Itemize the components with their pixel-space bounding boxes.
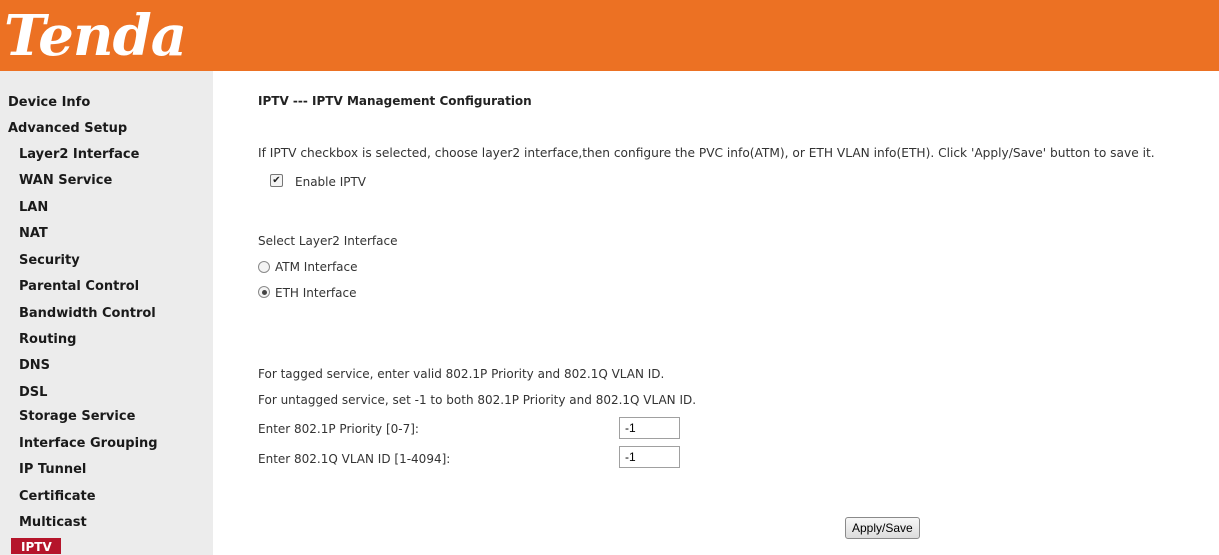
sidebar-item-bandwidth-control[interactable]: Bandwidth Control <box>19 306 156 321</box>
atm-interface-radio[interactable] <box>258 261 270 273</box>
sidebar-item-wan-service[interactable]: WAN Service <box>19 173 112 188</box>
sidebar-item-interface-grouping[interactable]: Interface Grouping <box>19 436 158 451</box>
sidebar-nav: Device Info Advanced Setup Layer2 Interf… <box>0 71 213 555</box>
header-bar: Tenda <box>0 0 1219 71</box>
sidebar-item-dsl[interactable]: DSL <box>19 385 47 400</box>
sidebar-item-multicast[interactable]: Multicast <box>19 515 87 530</box>
sidebar-item-parental-control[interactable]: Parental Control <box>19 279 139 294</box>
tagged-service-note: For tagged service, enter valid 802.1P P… <box>258 367 665 381</box>
sidebar-item-lan[interactable]: LAN <box>19 200 48 215</box>
priority-input[interactable] <box>619 417 680 439</box>
sidebar-item-device-info[interactable]: Device Info <box>8 95 90 110</box>
sidebar-item-routing[interactable]: Routing <box>19 332 76 347</box>
sidebar-item-nat[interactable]: NAT <box>19 226 48 241</box>
page-title: IPTV --- IPTV Management Configuration <box>258 94 532 108</box>
sidebar-item-dns[interactable]: DNS <box>19 358 50 373</box>
sidebar-item-ip-tunnel[interactable]: IP Tunnel <box>19 462 86 477</box>
enable-iptv-checkbox[interactable]: ✔ <box>270 174 283 187</box>
sidebar-item-iptv[interactable]: IPTV <box>11 538 61 554</box>
vlan-id-label: Enter 802.1Q VLAN ID [1-4094]: <box>258 452 451 466</box>
enable-iptv-label: Enable IPTV <box>295 175 367 189</box>
sidebar-item-layer2-interface[interactable]: Layer2 Interface <box>19 147 139 162</box>
sidebar-item-certificate[interactable]: Certificate <box>19 489 96 504</box>
priority-label: Enter 802.1P Priority [0-7]: <box>258 422 419 436</box>
tenda-logo: Tenda <box>4 3 187 69</box>
iptv-description: If IPTV checkbox is selected, choose lay… <box>258 146 1155 160</box>
sidebar-item-advanced-setup[interactable]: Advanced Setup <box>8 121 127 136</box>
sidebar-item-security[interactable]: Security <box>19 253 80 268</box>
eth-interface-radio[interactable] <box>258 286 270 298</box>
sidebar-item-storage-service[interactable]: Storage Service <box>19 409 135 424</box>
layer2-heading: Select Layer2 Interface <box>258 234 398 248</box>
eth-interface-label: ETH Interface <box>275 286 357 300</box>
atm-interface-label: ATM Interface <box>275 260 358 274</box>
apply-save-button[interactable]: Apply/Save <box>845 517 920 539</box>
vlan-id-input[interactable] <box>619 446 680 468</box>
untagged-service-note: For untagged service, set -1 to both 802… <box>258 393 697 407</box>
